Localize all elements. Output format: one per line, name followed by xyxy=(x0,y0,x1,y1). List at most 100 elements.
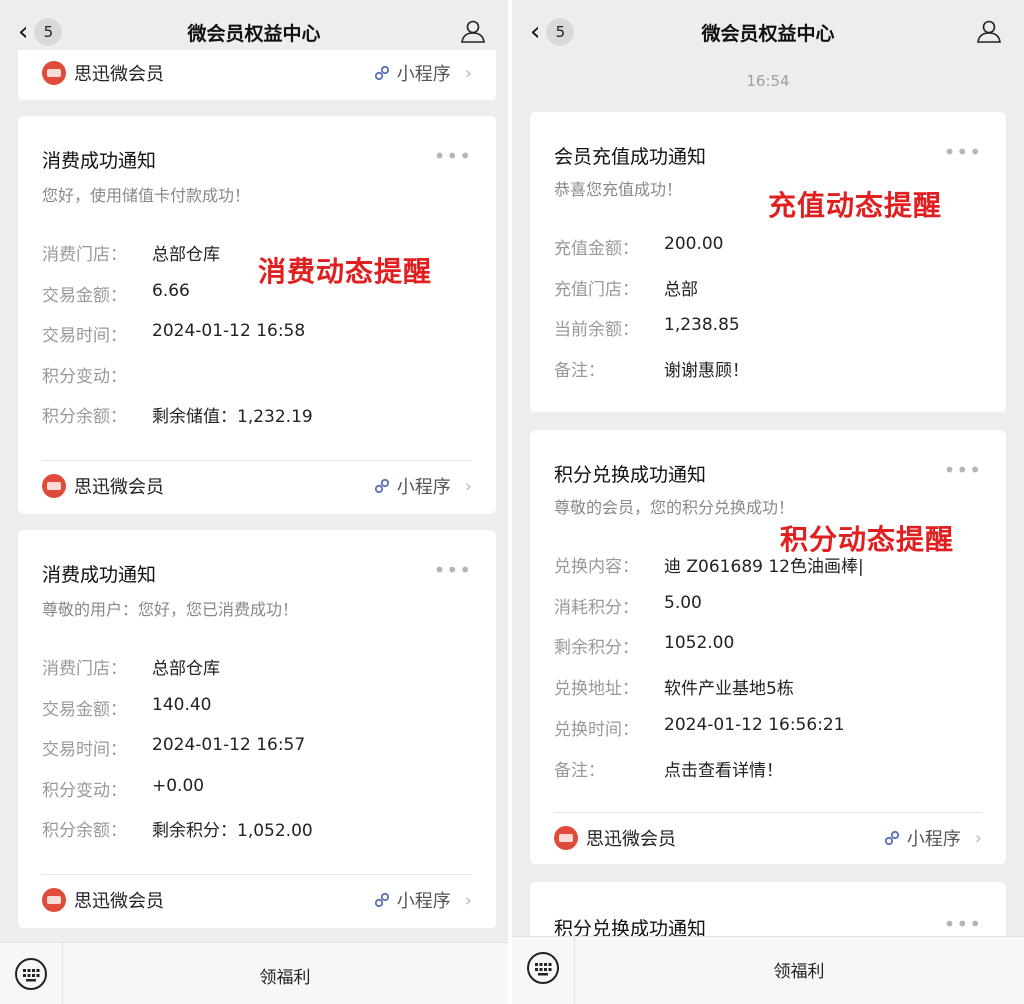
field-label: 积分变动： xyxy=(42,367,127,387)
field-label: 交易金额： xyxy=(42,286,127,306)
mini-program-label: 小程序 xyxy=(906,829,961,850)
field-row: 充值门店： 总部 xyxy=(554,275,986,300)
card-subtitle: 尊敬的会员，您的积分兑换成功！ xyxy=(554,498,795,517)
field-row: 消耗积分： 5.00 xyxy=(554,593,986,618)
keyboard-icon[interactable] xyxy=(14,957,48,991)
mini-program-label: 小程序 xyxy=(396,64,451,85)
field-label: 当前余额： xyxy=(554,320,639,340)
person-icon[interactable] xyxy=(460,18,486,44)
link-icon xyxy=(374,892,389,908)
chevron-right-icon: › xyxy=(974,827,982,849)
card-title: 消费成功通知 xyxy=(42,150,157,172)
field-label: 积分余额： xyxy=(42,407,127,427)
brand-name: 思迅微会员 xyxy=(74,64,164,85)
mini-program-link[interactable]: 小程序 › xyxy=(373,887,472,913)
field-value: 点击查看详情！ xyxy=(664,761,783,781)
message-timestamp: 16:54 xyxy=(746,72,790,90)
card-subtitle: 恭喜您充值成功！ xyxy=(554,180,683,199)
field-label: 交易时间： xyxy=(42,740,127,760)
divider xyxy=(554,812,982,813)
field-value: 6.66 xyxy=(152,281,190,301)
card-subtitle: 尊敬的用户：您好，您已消费成功！ xyxy=(42,600,299,619)
brand-logo-icon xyxy=(554,826,578,850)
divider xyxy=(42,874,472,875)
menu-item-benefits[interactable]: 领福利 xyxy=(574,957,1024,982)
brand-logo-icon xyxy=(42,888,66,912)
field-value: 谢谢惠顾！ xyxy=(664,361,749,381)
field-label: 剩余积分： xyxy=(554,638,639,658)
message-card-consume-1[interactable]: 消费成功通知 ••• 您好，使用储值卡付款成功！ 消费门店： 总部仓库 交易金额：… xyxy=(18,116,496,514)
field-row: 交易金额： 140.40 xyxy=(42,695,476,720)
annotation-recharge: 充值动态提醒 xyxy=(768,189,943,222)
more-dots-icon[interactable]: ••• xyxy=(944,914,982,934)
field-row: 积分余额： 剩余积分：1,052.00 xyxy=(42,816,476,841)
field-row: 交易时间： 2024-01-12 16:58 xyxy=(42,321,476,346)
field-label: 充值门店： xyxy=(554,280,639,300)
field-label: 消费门店： xyxy=(42,245,127,265)
brand-logo-icon xyxy=(42,61,66,85)
field-row: 充值金额： 200.00 xyxy=(554,234,986,259)
menu-item-benefits[interactable]: 领福利 xyxy=(62,963,508,988)
field-label: 积分余额： xyxy=(42,821,127,841)
field-row: 备注： 点击查看详情！ xyxy=(554,756,986,781)
more-dots-icon[interactable]: ••• xyxy=(434,146,472,166)
field-label: 兑换时间： xyxy=(554,720,639,740)
field-value: 总部仓库 xyxy=(152,659,220,679)
brand-name: 思迅微会员 xyxy=(74,477,164,498)
card-footer[interactable]: 思迅微会员 小程序 › xyxy=(42,58,472,88)
field-value: 1,238.85 xyxy=(664,315,740,335)
annotation-points: 积分动态提醒 xyxy=(780,523,955,556)
field-label: 交易金额： xyxy=(42,700,127,720)
field-label: 消费门店： xyxy=(42,659,127,679)
mini-program-link[interactable]: 小程序 › xyxy=(373,60,472,86)
field-row: 消费门店： 总部仓库 xyxy=(42,654,476,679)
card-footer[interactable]: 思迅微会员 小程序 › xyxy=(42,885,472,915)
message-card-recharge[interactable]: 会员充值成功通知 ••• 恭喜您充值成功！ 充值金额： 200.00 充值门店： 总… xyxy=(530,112,1006,412)
field-value: 5.00 xyxy=(664,593,702,613)
more-dots-icon[interactable]: ••• xyxy=(944,460,982,480)
keyboard-icon[interactable] xyxy=(526,951,560,985)
field-value: 总部 xyxy=(664,280,698,300)
page-title: 微会员权益中心 xyxy=(701,23,835,45)
link-icon xyxy=(374,478,389,494)
card-footer[interactable]: 思迅微会员 小程序 › xyxy=(42,471,472,501)
field-row: 积分余额： 剩余储值：1,232.19 xyxy=(42,402,476,427)
person-icon[interactable] xyxy=(976,18,1002,44)
chevron-right-icon: › xyxy=(464,475,472,497)
more-dots-icon[interactable]: ••• xyxy=(434,560,472,580)
card-footer[interactable]: 思迅微会员 小程序 › xyxy=(554,823,982,853)
field-value: 1052.00 xyxy=(664,633,735,653)
field-label: 交易时间： xyxy=(42,326,127,346)
field-row: 积分变动： +0.00 xyxy=(42,776,476,801)
field-label: 备注： xyxy=(554,761,605,781)
mini-program-link[interactable]: 小程序 › xyxy=(883,825,982,851)
field-row: 兑换地址： 软件产业基地5栋 xyxy=(554,674,986,699)
field-value: 软件产业基地5栋 xyxy=(664,679,794,699)
message-card-consume-2[interactable]: 消费成功通知 ••• 尊敬的用户：您好，您已消费成功！ 消费门店： 总部仓库 交易… xyxy=(18,530,496,928)
mini-program-label: 小程序 xyxy=(396,891,451,912)
field-label: 充值金额： xyxy=(554,239,639,259)
more-dots-icon[interactable]: ••• xyxy=(944,142,982,162)
field-row: 交易时间： 2024-01-12 16:57 xyxy=(42,735,476,760)
brand-logo-icon xyxy=(42,474,66,498)
card-title: 消费成功通知 xyxy=(42,564,157,586)
chevron-right-icon: › xyxy=(464,889,472,911)
message-card-points-exchange[interactable]: 积分兑换成功通知 ••• 尊敬的会员，您的积分兑换成功！ 兑换内容：迪 Z061… xyxy=(530,430,1006,864)
field-label: 消耗积分： xyxy=(554,598,639,618)
message-card-partial[interactable]: 思迅微会员 小程序 › xyxy=(18,50,496,100)
field-row: 当前余额： 1,238.85 xyxy=(554,315,986,340)
mini-program-label: 小程序 xyxy=(396,477,451,498)
field-label: 备注： xyxy=(554,361,605,381)
link-icon xyxy=(884,830,899,846)
field-label: 兑换地址： xyxy=(554,679,639,699)
right-phone-screen: ‹ 5 微会员权益中心 16:54 会员充值成功通知 ••• 恭喜您充值成功！ … xyxy=(512,0,1024,1004)
field-value: 剩余积分：1,052.00 xyxy=(152,821,313,841)
field-value: 剩余储值：1,232.19 xyxy=(152,407,313,427)
mini-program-link[interactable]: 小程序 › xyxy=(373,473,472,499)
field-label: 积分变动： xyxy=(42,781,127,801)
field-value: 2024-01-12 16:58 xyxy=(152,321,306,341)
field-value: 2024-01-12 16:57 xyxy=(152,735,306,755)
field-value: 2024-01-12 16:56:21 xyxy=(664,715,845,735)
field-row: 剩余积分： 1052.00 xyxy=(554,633,986,658)
brand-name: 思迅微会员 xyxy=(74,891,164,912)
